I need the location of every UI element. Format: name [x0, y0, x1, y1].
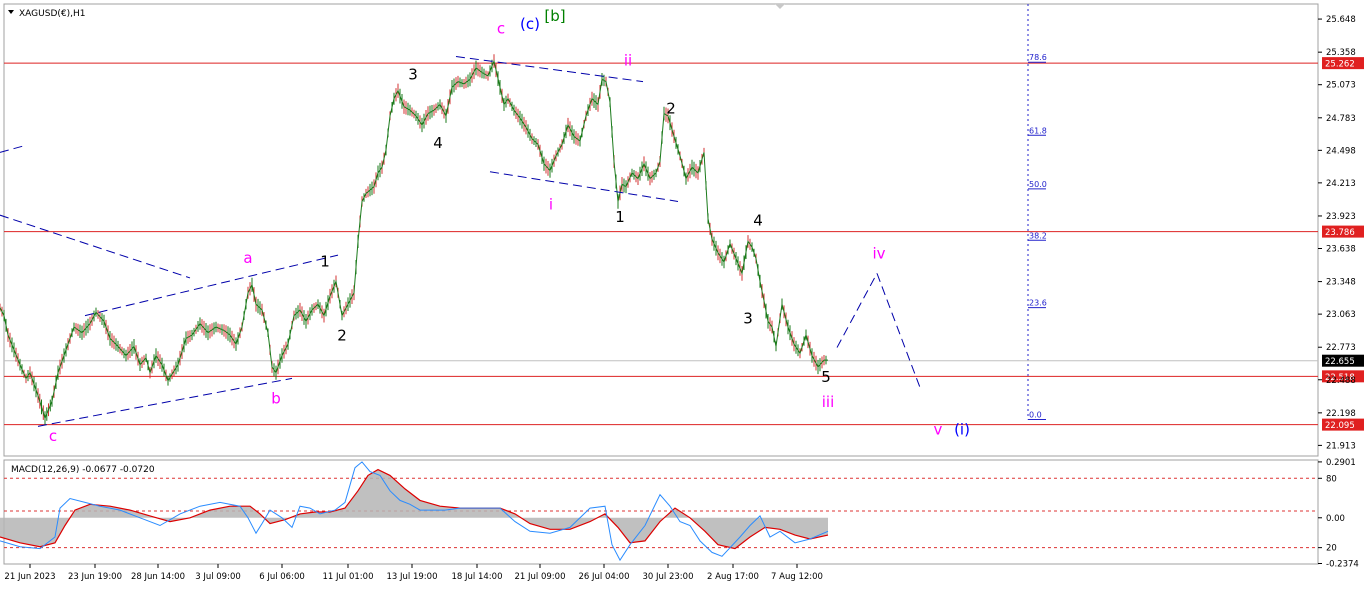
macd-axis-label: 0.00: [1326, 514, 1345, 524]
wave-label: 5: [821, 368, 831, 386]
macd-axis-label: 80: [1326, 474, 1337, 484]
time-axis-label: 7 Aug 12:00: [771, 572, 823, 582]
fib-level-label: 23.6: [1029, 299, 1047, 308]
level-price-tag-text: 23.786: [1325, 228, 1355, 238]
price-axis-label: 23.923: [1326, 212, 1356, 222]
price-axis-label: 25.648: [1326, 15, 1356, 25]
wave-label: 4: [753, 211, 763, 229]
wave-label: 3: [408, 65, 418, 83]
macd-axis-label: 20: [1326, 544, 1337, 554]
price-axis-label: 24.498: [1326, 146, 1356, 156]
wave-label: 3: [743, 310, 753, 328]
wave-label: 1: [615, 208, 625, 226]
time-axis-label: 26 Jul 04:00: [579, 572, 630, 582]
wave-label: 1: [320, 253, 330, 271]
wave-label: (i): [954, 420, 970, 438]
symbol-label: XAGUSD(€),H1: [19, 9, 85, 19]
wave-label: i: [549, 195, 553, 213]
wave-label: b: [271, 389, 281, 407]
wave-label: 2: [337, 327, 347, 345]
price-axis-label: 23.638: [1326, 244, 1356, 254]
fib-level-label: 50.0: [1029, 180, 1047, 189]
current-price-tag-text: 22.655: [1325, 357, 1355, 367]
time-axis-label: 13 Jul 19:00: [387, 572, 438, 582]
price-axis-label: 25.358: [1326, 48, 1356, 58]
time-axis-label: 2 Aug 17:00: [707, 572, 759, 582]
wave-label: v: [934, 420, 943, 438]
time-axis-label: 23 Jun 19:00: [68, 572, 122, 582]
price-axis-label: 23.063: [1326, 310, 1356, 320]
wave-label: (c): [520, 15, 540, 33]
fib-level-label: 61.8: [1029, 126, 1047, 135]
wave-label: a: [243, 249, 252, 267]
price-axis-label: 22.488: [1326, 376, 1356, 386]
wave-label: c: [497, 20, 505, 38]
time-axis-label: 11 Jul 01:00: [323, 572, 374, 582]
time-axis-label: 21 Jul 09:00: [515, 572, 566, 582]
fib-level-label: 38.2: [1029, 231, 1047, 240]
time-axis-label: 3 Jul 09:00: [195, 572, 241, 582]
level-price-tag-text: 22.095: [1325, 421, 1355, 431]
wave-label: iv: [872, 245, 885, 263]
price-axis-label: 22.198: [1326, 409, 1356, 419]
time-axis-label: 30 Jul 23:00: [643, 572, 694, 582]
time-axis-label: 18 Jul 14:00: [452, 572, 503, 582]
wave-label: ii: [624, 52, 632, 70]
wave-label: iii: [822, 393, 835, 411]
wave-label: c: [49, 427, 57, 445]
price-axis-label: 25.073: [1326, 81, 1356, 91]
macd-axis-label: 0.2901: [1326, 458, 1356, 468]
time-axis-label: 6 Jul 06:00: [259, 572, 305, 582]
wave-label: [b]: [544, 7, 565, 25]
fib-level-label: 78.6: [1029, 53, 1047, 62]
level-price-tag-text: 25.262: [1325, 60, 1355, 70]
macd-axis-label: -0.2374: [1326, 559, 1359, 569]
price-axis-label: 23.348: [1326, 278, 1356, 288]
time-axis-label: 21 Jun 2023: [4, 572, 55, 582]
wave-label: 4: [433, 134, 443, 152]
price-axis-label: 24.213: [1326, 179, 1356, 189]
price-axis-label: 22.773: [1326, 343, 1356, 353]
macd-label: MACD(12,26,9) -0.0677 -0.0720: [11, 465, 155, 475]
wave-label: 2: [666, 100, 676, 118]
chart-background: [0, 0, 1366, 588]
fib-level-label: 0.0: [1029, 410, 1042, 419]
chart-root: XAGUSD(€),H1 MACD(12,26,9) -0.0677 -0.07…: [0, 0, 1366, 588]
chart-svg[interactable]: XAGUSD(€),H1 MACD(12,26,9) -0.0677 -0.07…: [0, 0, 1366, 588]
time-axis-label: 28 Jun 14:00: [131, 572, 185, 582]
price-axis-label: 21.913: [1326, 441, 1356, 451]
price-axis-label: 24.783: [1326, 114, 1356, 124]
